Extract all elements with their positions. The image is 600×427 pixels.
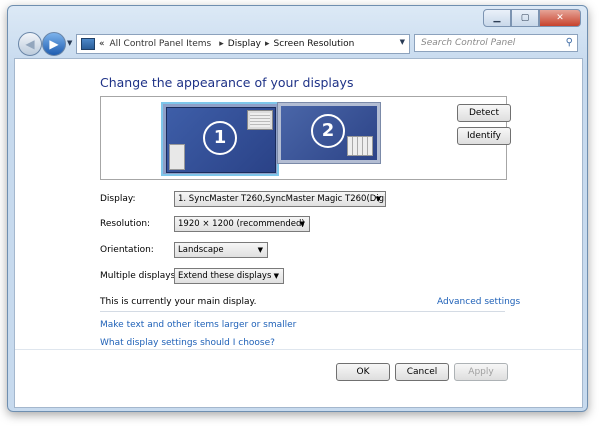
- monitor-1-taskbar-thumbnail: [169, 144, 185, 170]
- search-icon[interactable]: ⚲: [566, 37, 573, 48]
- display-label: Display:: [100, 194, 136, 204]
- forward-arrow-icon: ▶: [49, 37, 59, 51]
- maximize-button[interactable]: ▢: [511, 9, 539, 27]
- text-size-link[interactable]: Make text and other items larger or smal…: [100, 320, 296, 330]
- multiple-displays-label: Multiple displays:: [100, 271, 179, 281]
- search-placeholder: Search Control Panel: [421, 38, 516, 48]
- navigation-bar: ◀ ▶ ▼ « All Control Panel Items ▸ Displa…: [14, 32, 581, 56]
- cancel-button[interactable]: Cancel: [395, 363, 449, 381]
- breadcrumb-overflow[interactable]: «: [99, 39, 105, 49]
- monitor-2-window-thumbnail: [347, 136, 373, 156]
- breadcrumb-item-display[interactable]: Display: [228, 39, 261, 49]
- search-input[interactable]: Search Control Panel ⚲: [414, 34, 578, 52]
- caption-buttons: ▁ ▢ ✕: [483, 9, 581, 27]
- orientation-label: Orientation:: [100, 245, 154, 255]
- ok-button[interactable]: OK: [336, 363, 390, 381]
- close-icon: ✕: [556, 13, 564, 23]
- identify-button[interactable]: Identify: [457, 127, 511, 145]
- back-arrow-icon: ◀: [25, 37, 35, 51]
- back-button[interactable]: ◀: [18, 32, 42, 56]
- display-select-value: 1. SyncMaster T260,SyncMaster Magic T260…: [178, 194, 386, 204]
- resolution-label: Resolution:: [100, 219, 151, 229]
- control-panel-icon: [81, 38, 95, 50]
- monitor-arrangement-area: 1 2 Detect Identify: [100, 96, 511, 180]
- multiple-displays-select-value: Extend these displays: [178, 271, 272, 281]
- footer-divider: [15, 349, 582, 350]
- forward-button[interactable]: ▶: [42, 32, 66, 56]
- chevron-down-icon: ▼: [273, 272, 279, 280]
- display-help-link[interactable]: What display settings should I choose?: [100, 338, 275, 348]
- recent-pages-dropdown[interactable]: ▼: [67, 39, 72, 47]
- breadcrumb-item-screen-resolution[interactable]: Screen Resolution: [274, 39, 355, 49]
- breadcrumb-item-all-items[interactable]: All Control Panel Items: [110, 39, 212, 49]
- chevron-down-icon: ▼: [375, 195, 381, 203]
- resolution-select-value: 1920 × 1200 (recommended): [178, 219, 305, 229]
- screen-resolution-window: ▁ ▢ ✕ ◀ ▶ ▼ « All Control Panel Items ▸ …: [7, 5, 588, 412]
- monitor-1[interactable]: 1: [161, 102, 279, 176]
- detect-button[interactable]: Detect: [457, 104, 511, 122]
- breadcrumb-separator[interactable]: ▸: [219, 39, 224, 49]
- breadcrumb-separator[interactable]: ▸: [265, 39, 270, 49]
- monitor-1-window-thumbnail: [247, 110, 273, 130]
- maximize-icon: ▢: [520, 13, 530, 23]
- minimize-icon: ▁: [493, 13, 501, 23]
- address-dropdown-icon[interactable]: ▼: [400, 38, 405, 46]
- monitor-1-number: 1: [203, 121, 237, 155]
- monitor-2[interactable]: 2: [277, 102, 381, 164]
- display-select[interactable]: 1. SyncMaster T260,SyncMaster Magic T260…: [174, 191, 386, 207]
- content-pane: Change the appearance of your displays 1…: [14, 58, 583, 408]
- resolution-select[interactable]: 1920 × 1200 (recommended) ▼: [174, 216, 310, 232]
- chevron-down-icon: ▼: [299, 220, 305, 228]
- orientation-select[interactable]: Landscape ▼: [174, 242, 268, 258]
- chevron-down-icon: ▼: [257, 246, 263, 254]
- address-bar[interactable]: « All Control Panel Items ▸ Display ▸ Sc…: [76, 34, 410, 54]
- advanced-settings-link[interactable]: Advanced settings: [437, 297, 520, 307]
- minimize-button[interactable]: ▁: [483, 9, 511, 27]
- page-title: Change the appearance of your displays: [100, 75, 354, 90]
- orientation-select-value: Landscape: [178, 245, 224, 255]
- close-button[interactable]: ✕: [539, 9, 581, 27]
- divider: [100, 311, 505, 312]
- multiple-displays-select[interactable]: Extend these displays ▼: [174, 268, 284, 284]
- apply-button[interactable]: Apply: [454, 363, 508, 381]
- monitor-2-number: 2: [311, 114, 345, 148]
- main-display-status: This is currently your main display.: [100, 297, 257, 307]
